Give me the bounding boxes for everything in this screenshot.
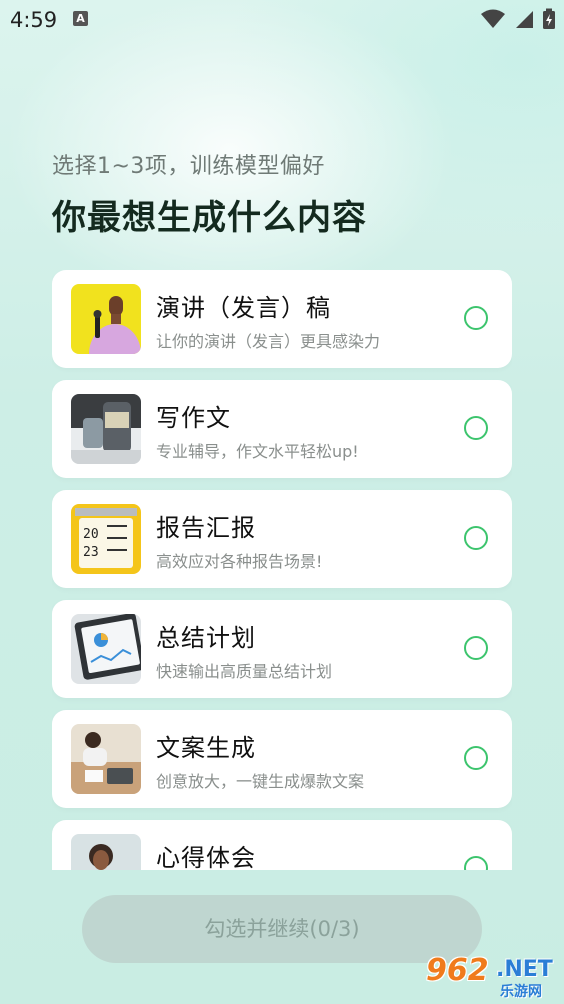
option-title: 总结计划 [156,624,256,652]
option-title: 心得体会 [156,844,256,870]
jar-photo [71,394,141,464]
option-title: 演讲（发言）稿 [156,294,331,322]
option-card-copywriting[interactable]: 文案生成 创意放大，一键生成爆款文案 [52,710,512,808]
option-radio[interactable] [464,416,488,440]
option-radio[interactable] [464,636,488,660]
svg-text:20: 20 [83,527,99,542]
portrait-photo [71,834,141,870]
battery-icon [543,8,555,29]
speaker-photo [71,284,141,354]
status-bar: 4:59 A [0,0,564,40]
status-icons [480,8,556,30]
option-radio[interactable] [464,306,488,330]
watermark-number: 962 [426,953,489,988]
option-card-summary[interactable]: 总结计划 快速输出高质量总结计划 [52,600,512,698]
watermark-net: .NET [496,957,553,982]
option-card-speech[interactable]: 演讲（发言）稿 让你的演讲（发言）更具感染力 [52,270,512,368]
status-time: 4:59 [10,8,58,32]
signal-icon [516,11,533,28]
watermark-cn: 乐游网 [500,984,542,1000]
option-desc: 创意放大，一键生成爆款文案 [156,772,365,791]
option-title: 报告汇报 [156,514,256,542]
svg-text:23: 23 [83,545,99,560]
desk-writing-photo [71,724,141,794]
option-desc: 快速输出高质量总结计划 [156,662,333,681]
option-card-reflection[interactable]: 心得体会 [52,820,512,870]
tablet-chart-photo [71,614,141,684]
option-title: 写作文 [156,404,231,432]
header-subtitle: 选择1~3项，训练模型偏好 [52,154,325,179]
option-radio[interactable] [464,746,488,770]
option-desc: 让你的演讲（发言）更具感染力 [156,332,381,351]
notebook-2023-photo: 20 23 [71,504,141,574]
option-title: 文案生成 [156,734,256,762]
page-title: 你最想生成什么内容 [52,198,367,238]
option-desc: 专业辅导，作文水平轻松up! [156,442,359,461]
continue-button[interactable]: 勾选并继续(0/3) [82,895,482,963]
site-watermark: 962 .NET 乐游网 [426,953,560,1000]
option-card-essay[interactable]: 写作文 专业辅导，作文水平轻松up! [52,380,512,478]
wifi-icon [481,9,505,28]
a-icon: A [73,11,88,26]
option-radio[interactable] [464,856,488,870]
option-desc: 高效应对各种报告场景! [156,552,323,571]
option-list[interactable]: 演讲（发言）稿 让你的演讲（发言）更具感染力 写作文 专业辅导，作文水平轻松up… [52,270,512,870]
option-card-report[interactable]: 20 23 报告汇报 高效应对各种报告场景! [52,490,512,588]
option-radio[interactable] [464,526,488,550]
